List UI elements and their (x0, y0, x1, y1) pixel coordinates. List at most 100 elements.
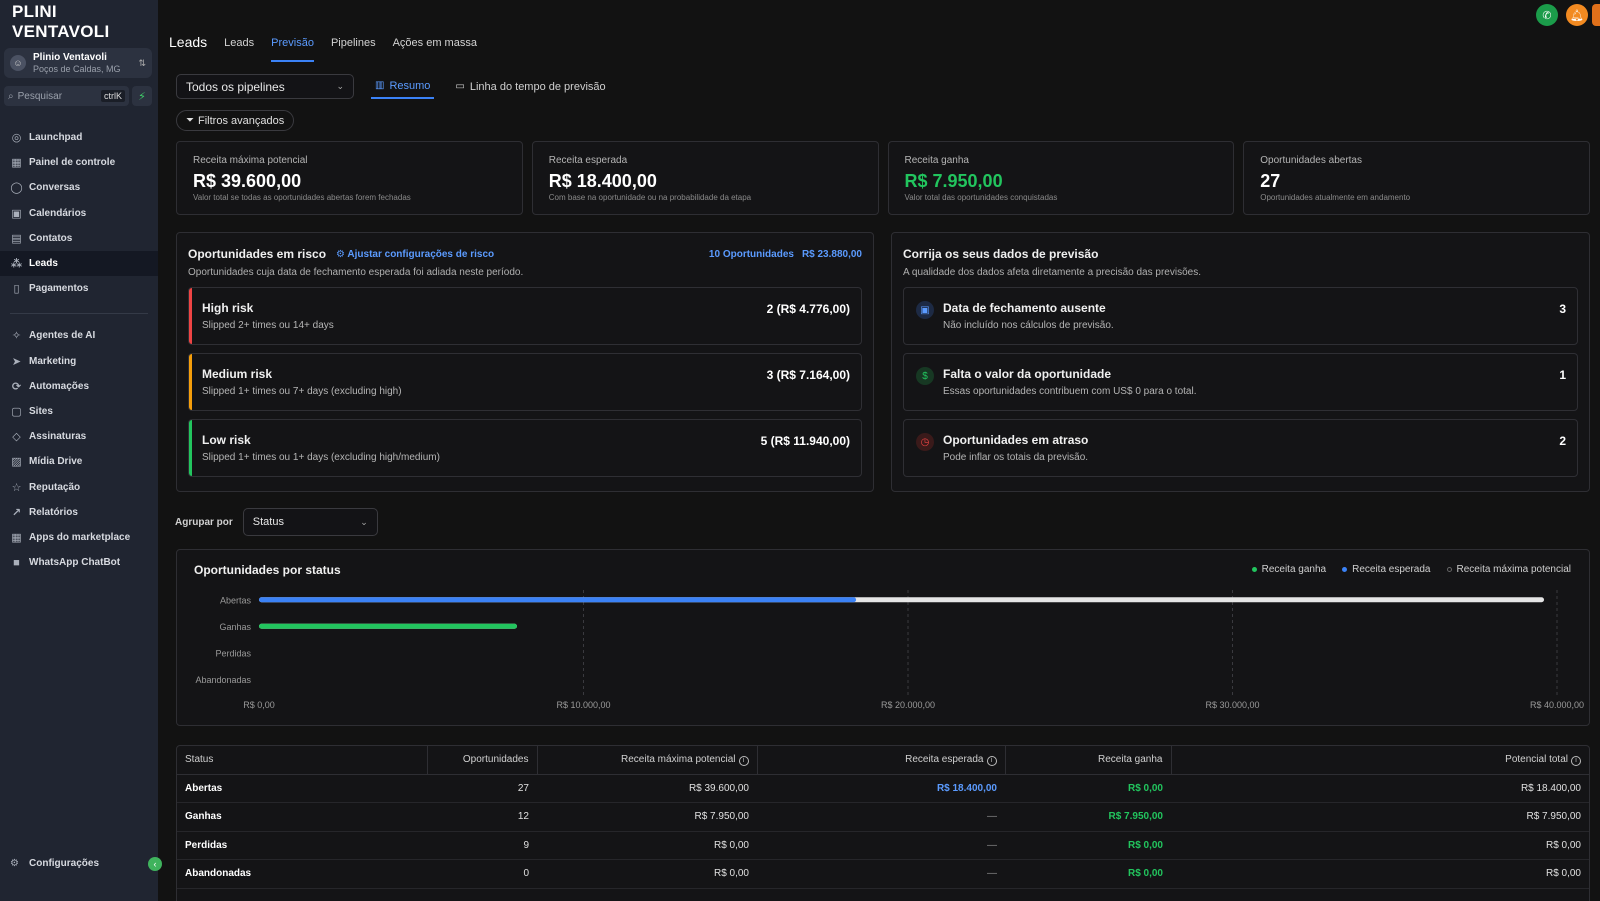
y-category-label: Perdidas (215, 648, 251, 658)
sidebar-item-apps-do-marketplace[interactable]: ▦ Apps do marketplace (0, 525, 158, 550)
chart-canvas: R$ 0,00 R$ 10.000,00 R$ 20.000,00 R$ 30.000… (195, 590, 1584, 710)
sidebar-item-automa-es[interactable]: ⟳ Automações (0, 374, 158, 399)
fix-row[interactable]: ▣ Data de fechamento ausente Não incluído … (903, 287, 1578, 345)
sidebar-item-label: Assinaturas (29, 431, 87, 443)
fix-row[interactable]: ◷ Oportunidades em atraso Pode inflar os t… (903, 419, 1578, 477)
risk-row[interactable]: High risk Slipped 2+ times ou 14+ days 2 (… (188, 287, 862, 345)
sidebar-item-label: Calendários (29, 207, 87, 219)
table-row[interactable]: Abertas 27 R$ 39.600,00 R$ 18.400,00 R$ 0,00… (177, 774, 1589, 803)
kpi-card: Receita esperada R$ 18.400,00 Com base na … (531, 141, 879, 215)
sidebar-item-painel-de-controle[interactable]: ▦ Painel de controle (0, 150, 158, 175)
gear-icon: ⚙ (10, 857, 19, 869)
sidebar-item-label: Apps do marketplace (29, 531, 131, 543)
sidebar-item-calend-rios[interactable]: ▣ Calendários (0, 201, 158, 226)
table-cell: 9 (427, 831, 537, 860)
sidebar-item-whatsapp-chatbot[interactable]: ■ WhatsApp ChatBot (0, 550, 158, 575)
sidebar-item-assinaturas[interactable]: ◇ Assinaturas (0, 424, 158, 449)
sidebar-item-label: Reputação (29, 481, 81, 493)
table-cell: R$ 0,00 (537, 859, 757, 889)
status-chart: Oportunidades por status Receita ganha Re… (176, 549, 1590, 726)
table-cell: — (757, 831, 1005, 860)
sidebar-item-leads[interactable]: ⁂ Leads (0, 250, 158, 277)
sidebar-item-label: Marketing (29, 355, 77, 367)
sidebar-item-m-dia-drive[interactable]: ▨ Mídia Drive (0, 449, 158, 474)
column-header[interactable]: Receita máxima potencial i (537, 746, 758, 775)
risk-row-value: 5 (R$ 11.940,00) (760, 434, 850, 448)
logo-text: PLINI VENTAVOLI (12, 2, 110, 41)
risk-row-title: Medium risk (202, 367, 273, 381)
advanced-filters-button[interactable]: ⏷ Filtros avançados (176, 110, 295, 131)
data-quality-panel: Corrija os seus dados de previsão A qual… (891, 232, 1590, 492)
info-icon[interactable]: i (1571, 755, 1581, 766)
fix-row[interactable]: $ Falta o valor da oportunidade Essas opor… (903, 353, 1578, 411)
sidebar-item-label: Mídia Drive (29, 456, 83, 468)
info-icon[interactable]: i (986, 755, 997, 766)
bar-abertas-1[interactable] (259, 597, 857, 603)
tab-leads[interactable]: Leads (224, 32, 254, 62)
table-cell: Ganhas (177, 802, 427, 832)
table-cell: R$ 0,00 (1005, 859, 1171, 889)
tab-pipelines[interactable]: Pipelines (331, 32, 376, 62)
risk-row[interactable]: Low risk Slipped 1+ times ou 1+ days (exc… (188, 419, 862, 477)
brand-logo[interactable]: PLINI VENTAVOLI (0, 0, 158, 44)
sidebar-item-pagamentos[interactable]: ▯ Pagamentos (0, 276, 158, 301)
info-icon[interactable]: i (738, 755, 749, 766)
table-row[interactable]: Ganhas 12 R$ 7.950,00— R$ 7.950,00 R$ 7.950,… (177, 802, 1589, 832)
y-category-label: Abertas (220, 595, 252, 605)
sidebar-divider (10, 313, 148, 315)
user-icon: ☺ (10, 55, 26, 71)
tab-summary[interactable]: ▥ Resumo (371, 74, 435, 99)
column-header[interactable]: Receita esperada i (757, 746, 1006, 775)
column-header[interactable]: Oportunidades (427, 746, 538, 775)
adjust-risk-settings-link[interactable]: ⚙ Ajustar configurações de risco (336, 249, 494, 260)
account-switcher[interactable]: ☺ Plinio Ventavoli Poços de Caldas, MG ⇅ (4, 48, 152, 78)
phone-button[interactable]: ✆ (1536, 4, 1558, 26)
table-cell: Perdidas (177, 831, 427, 860)
risk-row[interactable]: Medium risk Slipped 1+ times ou 7+ days (… (188, 353, 862, 411)
table-cell: 0 (427, 859, 537, 889)
tab-previs-o[interactable]: Previsão (271, 32, 314, 62)
kpi-label: Receita máxima potencial (193, 155, 308, 166)
sidebar-item-conversas[interactable]: ◯ Conversas (0, 175, 158, 200)
sidebar-item-relat-rios[interactable]: ↗ Relatórios (0, 500, 158, 525)
pipeline-select[interactable]: Todos os pipelines ⌄ (176, 74, 354, 99)
account-location: Poços de Caldas, MG (33, 63, 121, 74)
table-row[interactable]: Perdidas 9 R$ 0,00— R$ 0,00 R$ 0,00 (177, 831, 1589, 860)
table-cell: Abertas (177, 774, 427, 803)
tab-label: Resumo (389, 79, 431, 92)
user-avatar[interactable] (1592, 4, 1600, 26)
kpi-description: Valor total se todas as oportunidades ab… (193, 193, 411, 202)
fix-row-desc: Não incluído nos cálculos de previsão. (943, 320, 1114, 331)
risk-panel: Oportunidades em risco ⚙ Ajustar configu… (176, 232, 874, 492)
sidebar-item-launchpad[interactable]: ◎ Launchpad (0, 125, 158, 150)
sidebar-item-agentes-de-ai[interactable]: ✧ Agentes de AI (0, 323, 158, 348)
sidebar-item-contatos[interactable]: ▤ Contatos (0, 226, 158, 251)
kpi-label: Receita ganha (904, 155, 970, 166)
sidebar-item-marketing[interactable]: ➤ Marketing (0, 349, 158, 374)
notifications-button[interactable]: 🔔︎ (1566, 4, 1588, 26)
quick-action-button[interactable]: ⚡ (132, 86, 152, 106)
tab-forecast-timeline[interactable]: ▭ Linha do tempo de previsão (451, 74, 609, 99)
column-header[interactable]: Receita ganha (1005, 746, 1172, 775)
link-label: Ajustar configurações de risco (347, 248, 495, 260)
column-header[interactable]: Potencial total i (1171, 746, 1589, 775)
table-row[interactable]: Abandonadas 0 R$ 0,00— R$ 0,00 R$ 0,00 (177, 859, 1589, 889)
tab-a-es-em-massa[interactable]: Ações em massa (393, 32, 477, 62)
clock-icon: ◷ (916, 433, 934, 451)
search-input[interactable]: ⌕ Pesquisar ctrlK (4, 86, 129, 106)
risk-row-desc: Slipped 1+ times ou 7+ days (excluding h… (202, 386, 402, 397)
sidebar-item-label: Conversas (29, 182, 81, 194)
groupby-select[interactable]: Status ⌄ (242, 508, 378, 536)
phone-icon: ✆ (1542, 9, 1552, 22)
tab-label: Linha do tempo de previsão (469, 80, 606, 93)
fix-row-title: Falta o valor da oportunidade (943, 367, 1112, 381)
sidebar-item-sites[interactable]: ▢ Sites (0, 399, 158, 424)
sidebar-item-settings[interactable]: ⚙ Configurações (0, 853, 158, 873)
sidebar-item-reputa-o[interactable]: ☆ Reputação (0, 474, 158, 499)
column-header[interactable]: Status (177, 746, 428, 775)
bar-ganhas-0[interactable] (259, 623, 517, 629)
sidebar-item-label: Painel de controle (29, 157, 116, 169)
risk-row-title: High risk (202, 301, 254, 315)
main-content: Leads Leads Previsão Pipelines Ações em mas… (158, 0, 1600, 901)
chevron-down-icon: ⌄ (336, 81, 344, 91)
